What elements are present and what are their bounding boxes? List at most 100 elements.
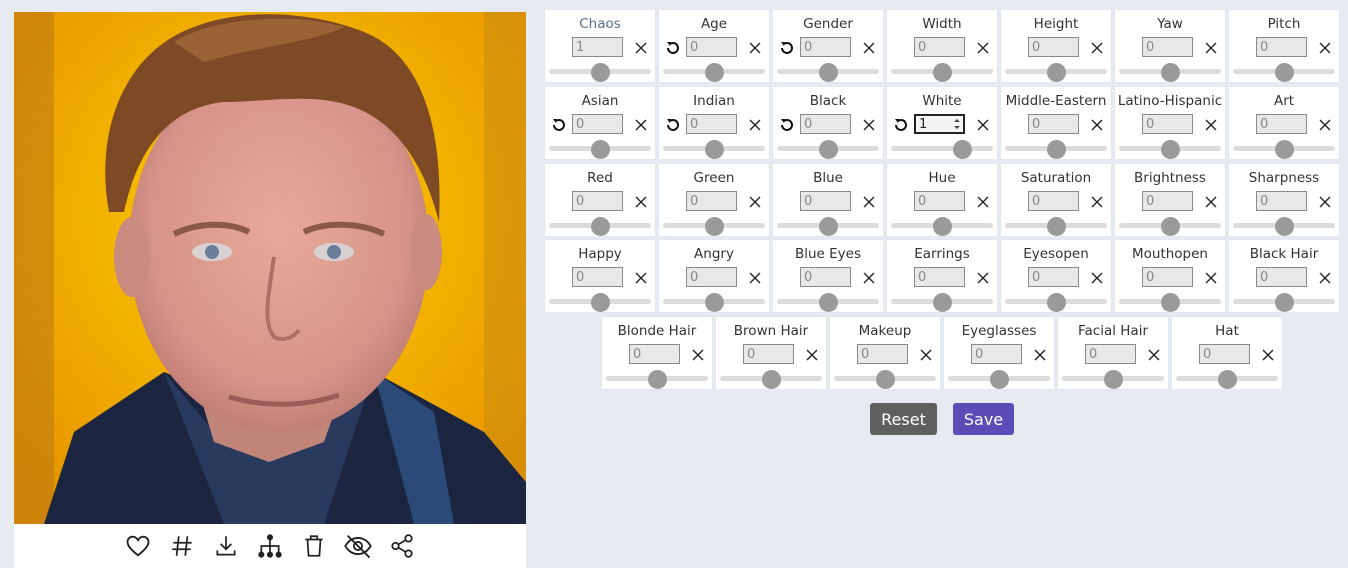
slider-knob[interactable] (989, 370, 1009, 389)
attribute-value-input[interactable] (800, 267, 851, 287)
clear-icon[interactable] (1204, 271, 1218, 285)
undo-icon[interactable] (665, 117, 681, 133)
attribute-value-input[interactable] (686, 191, 737, 211)
slider-track[interactable] (891, 146, 993, 151)
attribute-value-input[interactable] (1256, 191, 1307, 211)
clear-icon[interactable] (976, 41, 990, 55)
clear-icon[interactable] (748, 195, 762, 209)
slider-knob[interactable] (952, 140, 972, 159)
attribute-value-input[interactable] (800, 114, 851, 134)
clear-icon[interactable] (1318, 271, 1332, 285)
favorite-button[interactable] (123, 531, 153, 561)
save-button[interactable]: Save (953, 403, 1014, 435)
clear-icon[interactable] (1090, 271, 1104, 285)
attribute-value-input[interactable] (857, 344, 908, 364)
reset-button[interactable]: Reset (870, 403, 937, 435)
slider-knob[interactable] (1274, 63, 1294, 82)
attribute-value-input[interactable] (914, 191, 965, 211)
slider-knob[interactable] (1160, 140, 1180, 159)
undo-icon[interactable] (779, 40, 795, 56)
clear-icon[interactable] (1147, 348, 1161, 362)
clear-icon[interactable] (1204, 118, 1218, 132)
attribute-value-input[interactable] (800, 191, 851, 211)
undo-icon[interactable] (665, 40, 681, 56)
clear-icon[interactable] (1204, 195, 1218, 209)
share-button[interactable] (387, 531, 417, 561)
attribute-value-input[interactable] (572, 191, 623, 211)
attribute-value-input[interactable] (1028, 114, 1079, 134)
slider-knob[interactable] (1217, 370, 1237, 389)
lineage-button[interactable] (255, 531, 285, 561)
hash-button[interactable] (167, 531, 197, 561)
slider-knob[interactable] (932, 63, 952, 82)
undo-icon[interactable] (893, 117, 909, 133)
clear-icon[interactable] (634, 271, 648, 285)
attribute-value-input[interactable] (1028, 191, 1079, 211)
slider-knob[interactable] (875, 370, 895, 389)
clear-icon[interactable] (1204, 41, 1218, 55)
attribute-value-input[interactable] (686, 114, 737, 134)
slider-knob[interactable] (1046, 293, 1066, 312)
attribute-value-input[interactable] (914, 37, 965, 57)
attribute-value-input[interactable] (1256, 114, 1307, 134)
attribute-value-input[interactable] (1199, 344, 1250, 364)
clear-icon[interactable] (919, 348, 933, 362)
slider-knob[interactable] (590, 63, 610, 82)
attribute-value-input[interactable] (971, 344, 1022, 364)
attribute-value-input[interactable] (1142, 37, 1193, 57)
slider-knob[interactable] (704, 217, 724, 236)
attribute-value-input[interactable] (743, 344, 794, 364)
clear-icon[interactable] (634, 195, 648, 209)
attribute-value-input[interactable] (914, 267, 965, 287)
delete-button[interactable] (299, 531, 329, 561)
attribute-value-input[interactable] (1028, 267, 1079, 287)
clear-icon[interactable] (1261, 348, 1275, 362)
attribute-value-input[interactable] (800, 37, 851, 57)
clear-icon[interactable] (1318, 118, 1332, 132)
slider-knob[interactable] (1046, 63, 1066, 82)
clear-icon[interactable] (862, 195, 876, 209)
slider-knob[interactable] (1103, 370, 1123, 389)
attribute-value-input[interactable] (686, 37, 737, 57)
slider-knob[interactable] (1160, 293, 1180, 312)
clear-icon[interactable] (748, 41, 762, 55)
slider-knob[interactable] (818, 63, 838, 82)
clear-icon[interactable] (691, 348, 705, 362)
download-button[interactable] (211, 531, 241, 561)
clear-icon[interactable] (634, 118, 648, 132)
clear-icon[interactable] (748, 118, 762, 132)
clear-icon[interactable] (1318, 41, 1332, 55)
attribute-value-input[interactable] (686, 267, 737, 287)
clear-icon[interactable] (1090, 118, 1104, 132)
attribute-value-input[interactable] (1142, 191, 1193, 211)
slider-knob[interactable] (932, 217, 952, 236)
attribute-value-input[interactable] (1142, 114, 1193, 134)
attribute-value-input[interactable] (629, 344, 680, 364)
clear-icon[interactable] (1090, 41, 1104, 55)
slider-knob[interactable] (1274, 140, 1294, 159)
slider-knob[interactable] (1274, 217, 1294, 236)
clear-icon[interactable] (634, 41, 648, 55)
slider-knob[interactable] (647, 370, 667, 389)
undo-icon[interactable] (779, 117, 795, 133)
attribute-value-input[interactable] (572, 114, 623, 134)
slider-knob[interactable] (932, 293, 952, 312)
slider-knob[interactable] (590, 293, 610, 312)
slider-knob[interactable] (704, 140, 724, 159)
slider-knob[interactable] (761, 370, 781, 389)
clear-icon[interactable] (748, 271, 762, 285)
spinner-arrows-icon[interactable] (953, 117, 961, 131)
clear-icon[interactable] (862, 271, 876, 285)
slider-knob[interactable] (1046, 140, 1066, 159)
slider-knob[interactable] (590, 140, 610, 159)
attribute-value-input[interactable] (1085, 344, 1136, 364)
slider-knob[interactable] (704, 293, 724, 312)
clear-icon[interactable] (805, 348, 819, 362)
attribute-value-input[interactable] (1142, 267, 1193, 287)
slider-knob[interactable] (1160, 217, 1180, 236)
hide-button[interactable] (343, 531, 373, 561)
attribute-value-input[interactable] (1028, 37, 1079, 57)
clear-icon[interactable] (1033, 348, 1047, 362)
clear-icon[interactable] (1090, 195, 1104, 209)
attribute-value-input[interactable] (572, 37, 623, 57)
